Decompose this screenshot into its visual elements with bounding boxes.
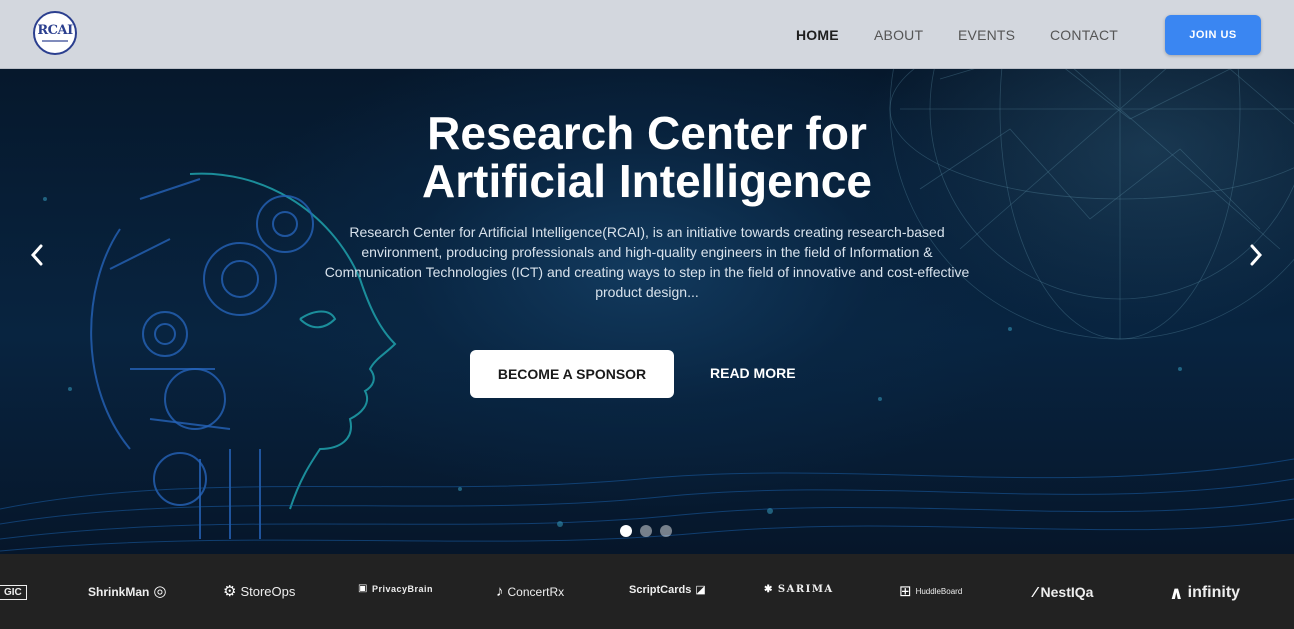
sponsor-name: StoreOps bbox=[240, 584, 296, 599]
chevron-left-icon bbox=[30, 244, 43, 266]
shrinkman-icon: ◎ bbox=[153, 583, 167, 600]
sponsors-strip: GIC ShrinkMan ◎ ⚙ StoreOps ▣ PrivacyBrai… bbox=[0, 554, 1294, 629]
sponsor-logo-scriptcards: ScriptCards ◪ bbox=[629, 584, 706, 596]
nav-link-home[interactable]: HOME bbox=[796, 27, 839, 43]
sponsor-name: SARIMA bbox=[777, 584, 834, 595]
become-sponsor-button[interactable]: BECOME A SPONSOR bbox=[470, 350, 674, 398]
join-us-button[interactable]: JOIN US bbox=[1165, 15, 1261, 55]
nestiqa-icon: ⁄ bbox=[1034, 583, 1037, 601]
hero-carousel: Research Center for Artificial Intellige… bbox=[0, 69, 1294, 554]
sponsor-logo-nestiqa: ⁄ NestIQa bbox=[1034, 584, 1093, 600]
sponsor-logo-privacybrain: ▣ PrivacyBrain bbox=[358, 583, 433, 595]
sponsor-logo-concertrx: ♪ ConcertRx bbox=[496, 584, 564, 599]
sponsor-logo-shrinkman: ShrinkMan ◎ bbox=[88, 584, 166, 599]
logo-underline bbox=[42, 40, 68, 42]
carousel-dot-2[interactable] bbox=[640, 525, 652, 537]
read-more-link[interactable]: READ MORE bbox=[710, 365, 796, 381]
sponsor-name: ConcertRx bbox=[507, 584, 565, 599]
carousel-dot-3[interactable] bbox=[660, 525, 672, 537]
sponsor-name: ShrinkMan bbox=[88, 584, 150, 599]
sarima-star-icon: ✱ bbox=[764, 583, 774, 595]
hero-title-line-1: Research Center for bbox=[427, 107, 867, 159]
sponsor-name: infinity bbox=[1187, 584, 1241, 601]
concertrx-icon: ♪ bbox=[496, 583, 504, 600]
sponsor-name: NestIQa bbox=[1040, 584, 1094, 600]
chevron-right-icon bbox=[1250, 244, 1263, 266]
carousel-dot-1[interactable] bbox=[620, 525, 632, 537]
nav-link-events[interactable]: EVENTS bbox=[958, 27, 1015, 43]
logo-text: RCAI bbox=[37, 23, 73, 38]
huddleboard-icon: ⊞ bbox=[899, 583, 912, 600]
carousel-prev-button[interactable] bbox=[25, 241, 49, 269]
sponsor-name: PrivacyBrain bbox=[371, 584, 433, 594]
scriptcards-icon: ◪ bbox=[695, 583, 706, 596]
storeops-gear-icon: ⚙ bbox=[223, 583, 237, 600]
sponsor-name: GIC bbox=[4, 587, 22, 598]
sponsor-logo-infinity: ∧ infinity bbox=[1169, 584, 1240, 602]
navbar: RCAI HOME ABOUT EVENTS CONTACT JOIN US bbox=[0, 0, 1294, 69]
infinity-icon: ∧ bbox=[1169, 583, 1184, 603]
rcai-logo[interactable]: RCAI bbox=[33, 11, 77, 55]
sponsor-name: HuddleBoard bbox=[915, 587, 963, 596]
sponsor-logo-gic: GIC bbox=[0, 585, 27, 600]
sponsor-logo-sarima: ✱ SARIMA bbox=[764, 584, 834, 595]
hero-description: Research Center for Artificial Intellige… bbox=[324, 224, 970, 300]
sponsor-logo-storeops: ⚙ StoreOps bbox=[223, 584, 295, 599]
privacybrain-icon: ▣ bbox=[358, 583, 368, 594]
carousel-next-button[interactable] bbox=[1244, 241, 1268, 269]
nav-link-contact[interactable]: CONTACT bbox=[1050, 27, 1118, 43]
nav-link-about[interactable]: ABOUT bbox=[874, 27, 923, 43]
hero-title: Research Center for Artificial Intellige… bbox=[340, 109, 954, 205]
sponsor-name: ScriptCards bbox=[629, 584, 692, 596]
hero-title-line-2: Artificial Intelligence bbox=[422, 155, 872, 207]
sponsor-logo-huddleboard: ⊞ HuddleBoard bbox=[899, 584, 962, 599]
